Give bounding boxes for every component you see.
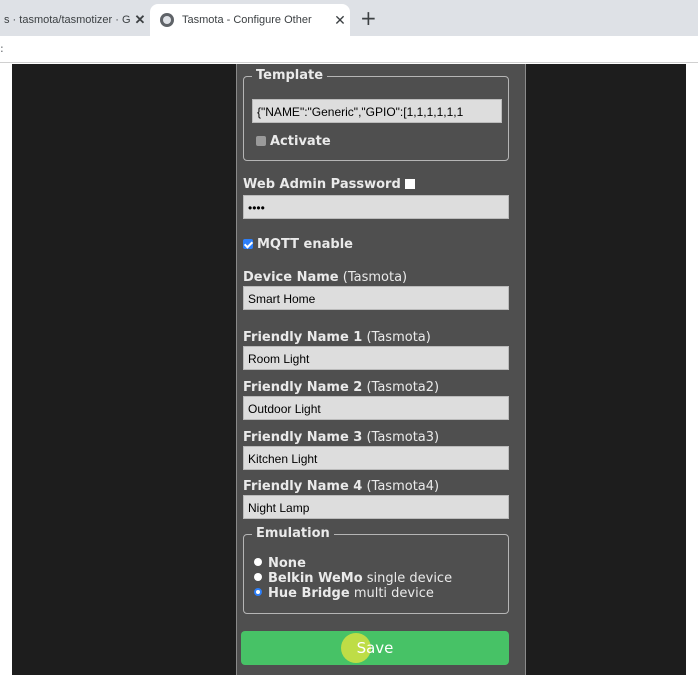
friendly-name-1-label: Friendly Name 1 (Tasmota)	[243, 330, 431, 345]
toolbar-fragment: :	[0, 42, 4, 55]
save-label: Save	[356, 639, 394, 657]
tab-title: s · tasmota/tasmotizer · G	[4, 14, 130, 26]
template-legend: Template	[252, 67, 328, 85]
mqtt-enable-checkbox[interactable]: MQTT enable	[243, 236, 353, 254]
friendly-name-2-label: Friendly Name 2 (Tasmota2)	[243, 380, 440, 395]
checkbox-icon	[256, 135, 266, 146]
radio-icon	[254, 558, 262, 566]
friendly-name-3-field[interactable]: Kitchen Light	[243, 446, 509, 470]
close-icon[interactable]: ✕	[130, 12, 150, 28]
friendly-name-1-field[interactable]: Room Light	[243, 346, 509, 370]
page-viewport: Template {"NAME":"Generic","GPIO":[1,1,1…	[12, 64, 686, 675]
emulation-fieldset: Emulation None Belkin WeMo single device…	[243, 525, 509, 614]
tab-configure-other[interactable]: Tasmota - Configure Other ✕	[150, 4, 350, 36]
radio-selected-icon	[254, 588, 262, 596]
radio-hue-bridge[interactable]: Hue Bridge multi device	[254, 587, 434, 601]
close-icon[interactable]: ✕	[330, 12, 350, 29]
tab-title: Tasmota - Configure Other	[182, 14, 312, 26]
radio-none[interactable]: None	[254, 557, 306, 571]
emulation-legend: Emulation	[252, 525, 334, 543]
template-input[interactable]: {"NAME":"Generic","GPIO":[1,1,1,1,1,1	[252, 99, 502, 123]
friendly-name-2-field[interactable]: Outdoor Light	[243, 396, 509, 420]
device-name-default: (Tasmota)	[342, 270, 408, 285]
friendly-name-4-label: Friendly Name 4 (Tasmota4)	[243, 479, 440, 494]
browser-tab-bar: s · tasmota/tasmotizer · G ✕ Tasmota - C…	[0, 0, 698, 36]
radio-belkin-wemo[interactable]: Belkin WeMo single device	[254, 572, 452, 586]
globe-icon	[160, 13, 174, 27]
friendly-name-4-field[interactable]: Night Lamp	[243, 495, 509, 519]
mqtt-enable-label: MQTT enable	[257, 237, 353, 252]
device-name-field[interactable]: Smart Home	[243, 286, 509, 310]
save-button[interactable]: Save	[241, 631, 509, 665]
checkbox-checked-icon	[243, 238, 253, 249]
activate-label: Activate	[270, 134, 331, 149]
config-panel: Template {"NAME":"Generic","GPIO":[1,1,1…	[236, 64, 526, 675]
web-admin-password-label: Web Admin Password	[243, 176, 415, 194]
radio-icon	[254, 573, 262, 581]
new-tab-icon[interactable]: +	[360, 8, 377, 28]
device-name-label: Device Name (Tasmota)	[243, 270, 408, 285]
web-admin-password-field[interactable]: ••••	[243, 195, 509, 219]
tab-tasmotizer[interactable]: s · tasmota/tasmotizer · G ✕	[0, 4, 150, 36]
template-fieldset: Template {"NAME":"Generic","GPIO":[1,1,1…	[243, 67, 509, 161]
friendly-name-3-label: Friendly Name 3 (Tasmota3)	[243, 430, 440, 445]
browser-toolbar: :	[0, 36, 698, 63]
show-password-checkbox[interactable]	[404, 178, 415, 189]
activate-checkbox[interactable]: Activate	[256, 133, 331, 151]
